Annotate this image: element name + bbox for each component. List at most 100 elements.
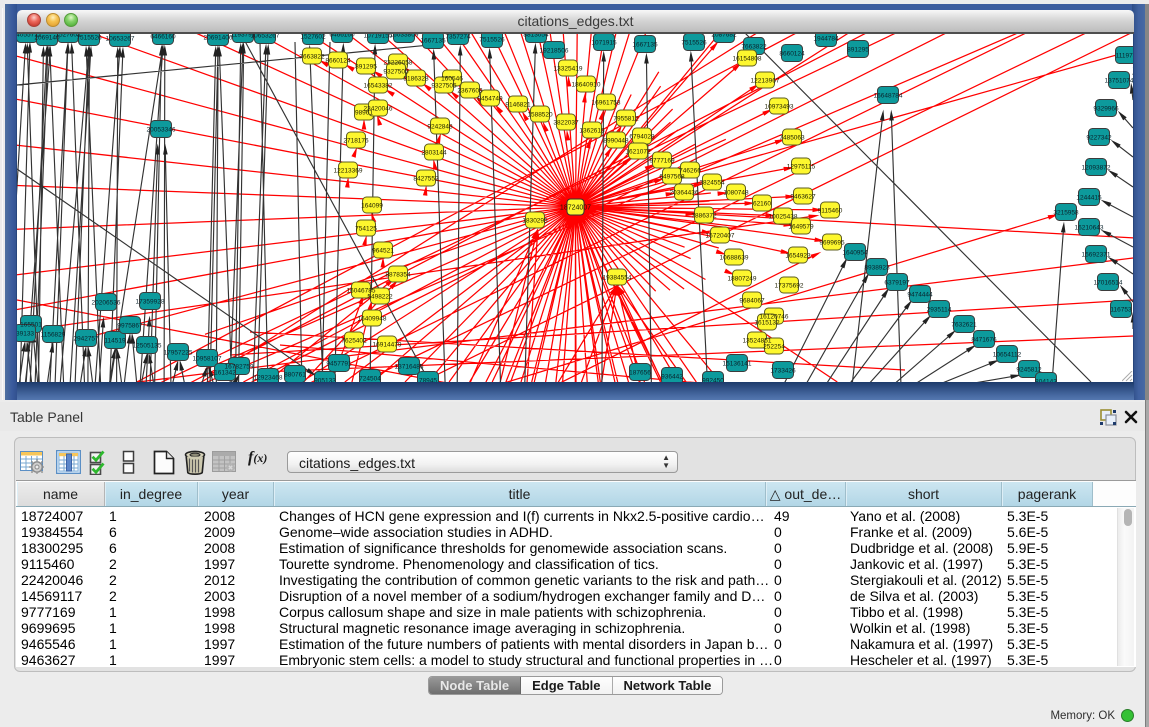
svg-text:1654923: 1654923: [785, 253, 811, 260]
svg-text:10973493: 10973493: [765, 104, 794, 111]
svg-text:165501: 165501: [20, 322, 42, 329]
svg-text:891295: 891295: [355, 64, 377, 71]
svg-text:1649579: 1649579: [788, 224, 814, 231]
svg-text:6466160: 6466160: [150, 34, 176, 41]
svg-text:1071915: 1071915: [591, 40, 617, 47]
svg-text:12213967: 12213967: [751, 78, 780, 85]
svg-text:17957225: 17957225: [164, 350, 193, 357]
svg-text:17359928: 17359928: [136, 299, 165, 306]
svg-text:9975867: 9975867: [117, 323, 143, 330]
svg-text:9146821: 9146821: [505, 102, 531, 109]
svg-text:7485063: 7485063: [779, 135, 805, 142]
svg-text:13716485: 13716485: [395, 364, 424, 371]
svg-text:7515526: 7515526: [76, 35, 102, 42]
svg-text:9242848: 9242848: [427, 124, 453, 131]
svg-text:16409948: 16409948: [358, 316, 387, 323]
svg-text:20053346: 20053346: [147, 127, 176, 134]
svg-text:7955812: 7955812: [613, 116, 639, 123]
svg-text:9457791: 9457791: [326, 361, 352, 368]
svg-text:6379197: 6379197: [884, 280, 910, 287]
svg-text:39133: 39133: [17, 331, 34, 338]
svg-text:1667135: 1667135: [420, 38, 446, 45]
svg-text:16914479: 16914479: [373, 342, 402, 349]
svg-text:16961758: 16961758: [592, 100, 621, 107]
svg-text:9777169: 9777169: [649, 158, 675, 165]
svg-text:161342: 161342: [214, 370, 236, 377]
svg-text:8186328: 8186328: [403, 76, 429, 83]
svg-text:20691406: 20691406: [204, 35, 233, 42]
svg-text:62160: 62160: [753, 201, 771, 208]
svg-text:1733426: 1733426: [770, 368, 796, 375]
svg-text:754125: 754125: [355, 226, 377, 233]
svg-text:10958107: 10958107: [193, 356, 222, 363]
svg-text:1244415: 1244415: [1076, 195, 1102, 202]
svg-text:724504: 724504: [359, 376, 381, 383]
svg-text:2942757: 2942757: [73, 336, 99, 343]
svg-text:7886372: 7886372: [691, 213, 717, 220]
svg-text:9463627: 9463627: [790, 194, 816, 201]
svg-text:7632621: 7632621: [951, 322, 977, 329]
svg-text:8660124: 8660124: [779, 51, 805, 58]
svg-text:8878354: 8878354: [385, 272, 411, 279]
svg-text:1588520: 1588520: [527, 112, 553, 119]
svg-text:880761: 880761: [284, 372, 306, 379]
svg-text:19384554: 19384554: [603, 275, 632, 282]
svg-text:160546: 160546: [441, 76, 463, 83]
svg-text:17016514: 17016514: [1094, 280, 1123, 287]
svg-text:12213369: 12213369: [334, 168, 363, 175]
svg-text:964521: 964521: [372, 248, 394, 255]
svg-text:15692371: 15692371: [1082, 252, 1111, 259]
svg-text:111974: 111974: [1116, 53, 1133, 60]
svg-text:7625402: 7625402: [341, 338, 367, 345]
svg-text:3215958: 3215958: [1053, 210, 1079, 217]
svg-text:2718176: 2718176: [343, 138, 369, 145]
svg-text:3824554: 3824554: [699, 180, 725, 187]
svg-text:1080748: 1080748: [723, 190, 749, 197]
svg-text:15720407: 15720407: [706, 233, 735, 240]
svg-text:20364436: 20364436: [670, 190, 699, 197]
svg-text:7663822: 7663822: [741, 44, 767, 51]
svg-text:9115460: 9115460: [818, 208, 843, 215]
svg-text:23420046: 23420046: [364, 106, 393, 113]
svg-text:8990448: 8990448: [603, 138, 629, 145]
svg-text:7515526: 7515526: [681, 40, 707, 47]
svg-text:9245812: 9245812: [1016, 367, 1042, 374]
svg-text:19218506: 19218506: [540, 48, 569, 55]
svg-text:114519: 114519: [104, 338, 126, 345]
svg-text:746266: 746266: [679, 168, 701, 175]
svg-text:16210643: 16210643: [1075, 225, 1104, 232]
svg-text:16543382: 16543382: [364, 83, 393, 90]
svg-text:13751074: 13751074: [1105, 78, 1133, 85]
svg-text:16154808: 16154808: [733, 56, 762, 63]
svg-text:10653267: 10653267: [106, 36, 135, 43]
svg-text:3822037: 3822037: [553, 120, 579, 127]
svg-text:7515526: 7515526: [479, 37, 505, 44]
svg-text:6497568: 6497568: [659, 174, 685, 181]
svg-text:18640910: 18640910: [572, 82, 601, 89]
svg-text:9327505: 9327505: [383, 69, 409, 76]
svg-text:936442: 936442: [661, 374, 683, 381]
svg-text:9227342: 9227342: [1086, 135, 1112, 142]
svg-text:16648784: 16648784: [874, 93, 903, 100]
svg-text:187656: 187656: [629, 370, 651, 377]
svg-text:804143: 804143: [1035, 379, 1057, 383]
svg-text:1615132: 1615132: [754, 320, 780, 327]
svg-text:10025438: 10025438: [769, 214, 798, 221]
svg-text:12093872: 12093872: [1082, 165, 1111, 172]
svg-text:78945: 78945: [419, 378, 437, 383]
svg-text:2935114: 2935114: [927, 307, 952, 314]
svg-text:10688639: 10688639: [720, 255, 749, 262]
svg-text:8454749: 8454749: [477, 96, 503, 103]
svg-text:1156829: 1156829: [41, 332, 66, 339]
svg-text:12923468: 12923468: [254, 375, 283, 382]
svg-text:1830295: 1830295: [522, 218, 548, 225]
svg-text:18724007: 18724007: [560, 205, 591, 212]
svg-text:164099: 164099: [361, 203, 383, 210]
svg-text:1944784: 1944784: [813, 36, 839, 43]
svg-text:6794028: 6794028: [629, 134, 655, 141]
svg-text:20206536: 20206536: [92, 300, 121, 307]
svg-text:23226058: 23226058: [384, 60, 413, 67]
svg-text:9474444: 9474444: [907, 292, 933, 299]
svg-text:9327505: 9327505: [431, 83, 457, 90]
svg-text:17375692: 17375692: [775, 283, 804, 290]
